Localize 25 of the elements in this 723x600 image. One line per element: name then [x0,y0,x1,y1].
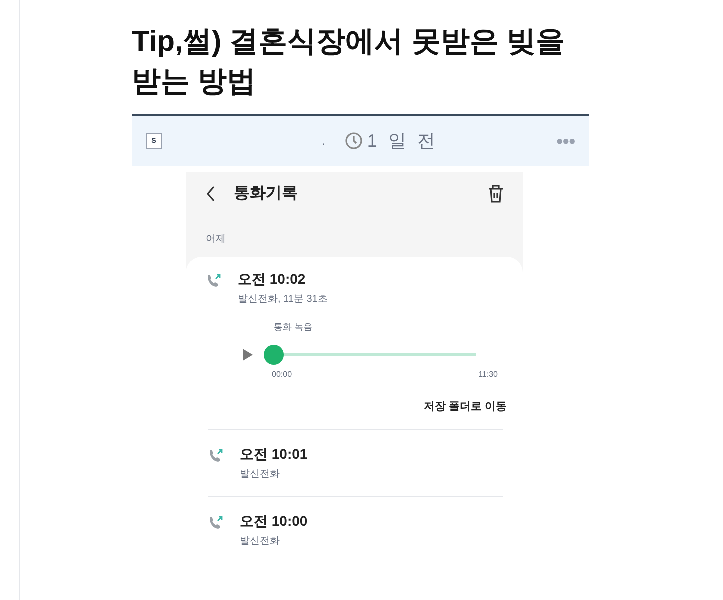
screen-title: 통화기록 [234,184,298,204]
category-badge[interactable]: s [146,133,162,149]
outgoing-call-icon [208,515,224,531]
end-time: 11:30 [478,368,498,380]
call-detail: 발신전화 [240,535,281,549]
slider-thumb[interactable] [264,344,284,364]
call-detail: 발신전화 [240,468,281,482]
post-time: 1 일 전 [367,130,438,152]
outgoing-call-icon [206,273,222,289]
post-title: Tip,썰) 결혼식장에서 못받은 빚을 받는 방법 [132,25,566,100]
call-detail: 발신전화, 11분 31초 [238,293,328,307]
call-time[interactable]: 오전 10:02 [238,269,328,290]
separator-dot: . [322,133,326,150]
recording-label: 통화 녹음 [274,321,314,334]
playback-slider[interactable] [264,344,476,364]
call-time[interactable]: 오전 10:01 [240,444,308,465]
outgoing-call-icon [208,448,224,464]
move-to-folder-link[interactable]: 저장 폴더로 이동 [424,398,507,415]
play-icon[interactable] [242,348,254,360]
trash-icon[interactable] [487,184,505,204]
clock-icon [345,132,364,150]
section-label: 어제 [206,233,227,247]
start-time: 00:00 [272,368,292,380]
back-icon[interactable] [206,186,216,202]
call-time[interactable]: 오전 10:00 [240,511,308,532]
